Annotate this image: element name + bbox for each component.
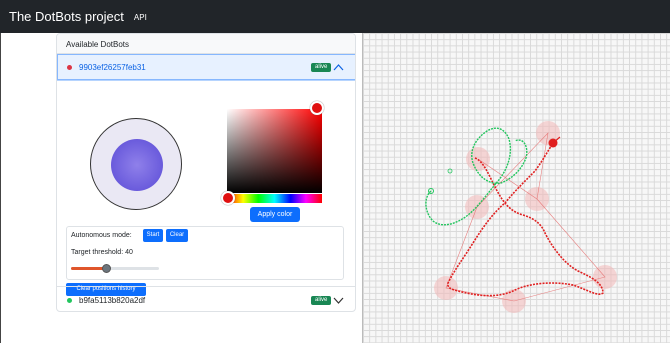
- dotbot-item-2[interactable]: b9fa5113b820a2df alive: [57, 286, 355, 311]
- start-button[interactable]: Start: [143, 229, 163, 242]
- waypoint-halos: [434, 121, 617, 313]
- autonomous-mode-label: Autonomous mode:: [71, 232, 132, 239]
- color-picker-hue[interactable]: [227, 194, 322, 203]
- navbar: The DotBots project API: [0, 0, 670, 33]
- status-badge: alive: [311, 63, 332, 72]
- threshold-slider[interactable]: [71, 267, 159, 270]
- hue-slider-handle[interactable]: [221, 191, 235, 205]
- apply-color-button[interactable]: Apply color: [250, 207, 300, 222]
- map-canvas[interactable]: [362, 33, 670, 343]
- dotbot-accordion-button-1[interactable]: 9903ef26257feb31 alive: [57, 54, 355, 81]
- joystick-knob[interactable]: [111, 139, 163, 191]
- color-picker-handle[interactable]: [310, 101, 324, 115]
- panel-title: Available DotBots: [57, 34, 355, 54]
- joystick[interactable]: [90, 118, 182, 210]
- dotbot-id: b9fa5113b820a2df: [79, 295, 146, 305]
- brand-title[interactable]: The DotBots project: [9, 9, 124, 24]
- chevron-down-icon[interactable]: [333, 297, 344, 305]
- dotbot-id: 9903ef26257feb31: [79, 62, 146, 72]
- threshold-slider-fill: [71, 267, 106, 270]
- autonomous-mode-box: Autonomous mode: Start Clear Target thre…: [66, 226, 344, 280]
- clear-button[interactable]: Clear: [166, 229, 188, 242]
- api-link[interactable]: API: [134, 13, 147, 22]
- target-threshold-label: Target threshold: 40: [71, 249, 133, 256]
- chevron-up-icon[interactable]: [333, 63, 344, 71]
- status-badge: alive: [311, 296, 332, 305]
- status-dot-icon: [67, 64, 72, 70]
- dotbot-item-1: 9903ef26257feb31 alive Apply color Auton…: [57, 54, 355, 296]
- dotbots-panel: Available DotBots 9903ef26257feb31 alive…: [56, 33, 356, 312]
- threshold-slider-thumb[interactable]: [102, 264, 111, 273]
- bot2-waypoint: [447, 168, 453, 174]
- trajectory-map: [425, 121, 617, 313]
- color-picker-saturation[interactable]: [227, 109, 322, 193]
- status-dot-icon: [67, 297, 72, 303]
- left-column: Available DotBots 9903ef26257feb31 alive…: [0, 33, 362, 343]
